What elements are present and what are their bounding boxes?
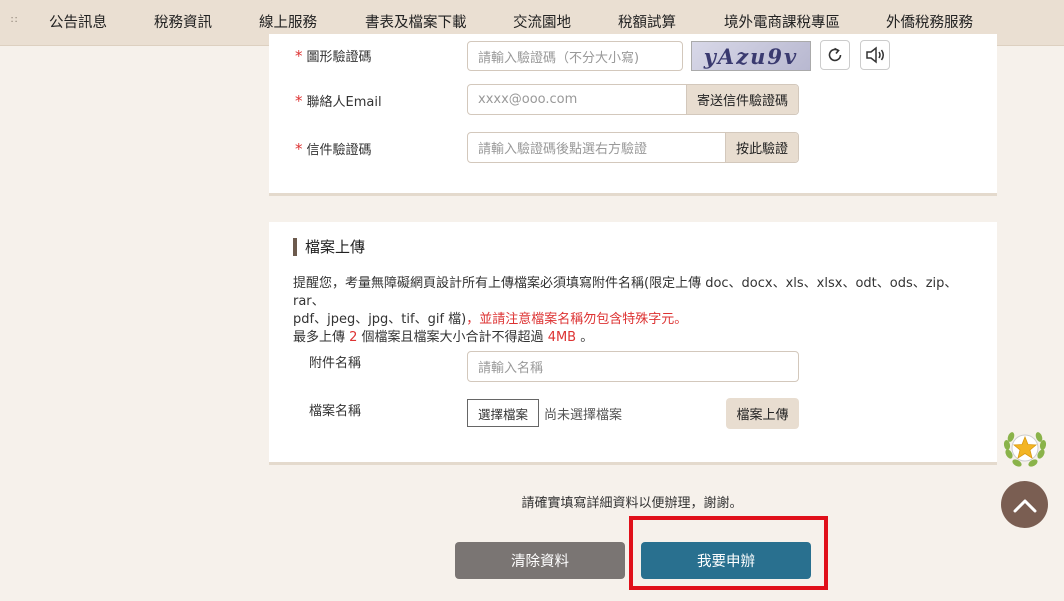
refresh-captcha-button[interactable] <box>820 40 850 70</box>
required-mark: * <box>295 140 303 158</box>
verify-code-button[interactable]: 按此驗證 <box>724 133 798 162</box>
upload-file-button[interactable]: 檔案上傳 <box>726 398 799 429</box>
choose-file-button[interactable]: 選擇檔案 <box>467 399 539 427</box>
email-code-input[interactable]: 請輸入驗證碼後點選右方驗證 <box>468 133 725 162</box>
required-mark: * <box>295 47 303 65</box>
audio-captcha-button[interactable] <box>860 40 890 70</box>
captcha-input[interactable]: 請輸入驗證碼（不分大小寫) <box>467 41 683 71</box>
accessibility-badge[interactable] <box>1002 426 1048 472</box>
footer-hint: 請確實填寫詳細資料以便辦理，謝謝。 <box>521 496 743 511</box>
clear-data-button[interactable]: 清除資料 <box>455 542 625 579</box>
no-file-selected-text: 尚未選擇檔案 <box>544 408 623 423</box>
menu-grip-icon[interactable]: ∷ <box>11 15 17 26</box>
attachment-name-label: 附件名稱 <box>309 356 362 371</box>
send-verification-email-button[interactable]: 寄送信件驗證碼 <box>685 85 798 114</box>
email-label: * 聯絡人Email <box>295 92 382 110</box>
upload-section-title: 檔案上傳 <box>293 238 365 256</box>
speaker-icon <box>866 46 884 64</box>
back-to-top-button[interactable] <box>1001 481 1048 528</box>
nav-item-announcements[interactable]: 公告訊息 <box>49 0 107 46</box>
attachment-name-input[interactable]: 請輸入名稱 <box>467 351 799 382</box>
email-input[interactable]: xxxx@ooo.com <box>468 85 686 114</box>
upload-notice: 提醒您，考量無障礙網頁設計所有上傳檔案必須填寫附件名稱(限定上傳 doc、doc… <box>293 276 958 345</box>
captcha-image: yAzu9v <box>691 41 811 71</box>
required-mark: * <box>295 92 303 110</box>
apply-button[interactable]: 我要申辦 <box>641 542 811 579</box>
email-code-input-group: 請輸入驗證碼後點選右方驗證 按此驗證 <box>467 132 799 163</box>
captcha-label: * 圖形驗證碼 <box>295 47 372 65</box>
nav-item-tax-info[interactable]: 稅務資訊 <box>154 0 212 46</box>
email-input-group: xxxx@ooo.com 寄送信件驗證碼 <box>467 84 799 115</box>
laurel-star-icon <box>1003 432 1047 467</box>
file-name-label: 檔案名稱 <box>309 404 362 419</box>
email-code-label: * 信件驗證碼 <box>295 140 372 158</box>
chevron-up-icon <box>1013 499 1036 512</box>
refresh-icon <box>828 47 842 62</box>
